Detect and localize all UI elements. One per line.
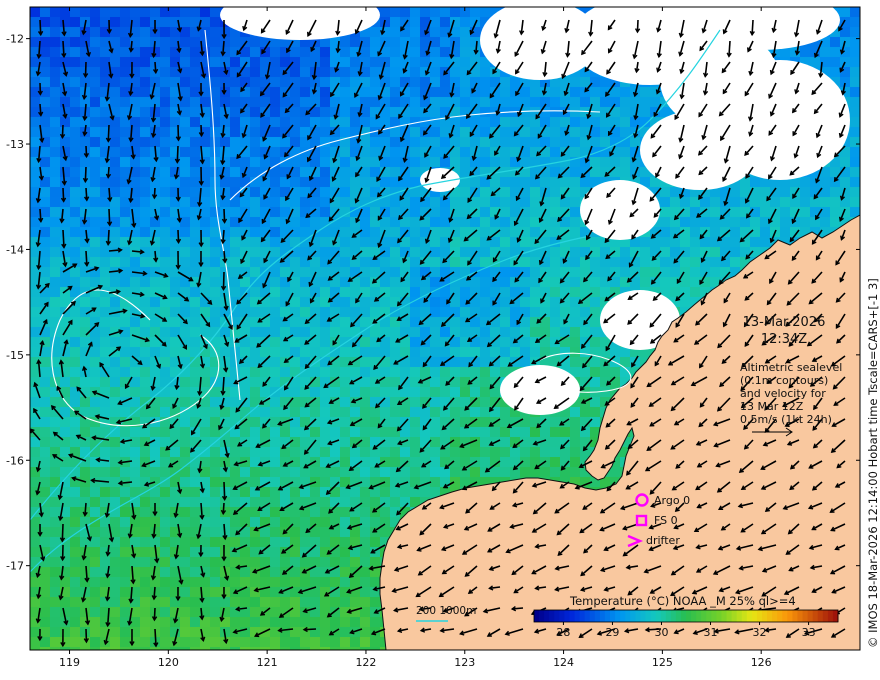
altimetry-note: Altimetric sealevel (0.1m contours) and … [740,361,850,426]
colorbar-tick-label: 32 [753,626,767,639]
lon-tick-label: 126 [751,656,772,669]
lon-tick-label: 122 [355,656,376,669]
alt-line-4: 13 Mar 12Z [740,400,804,413]
lon-tick-label: 123 [454,656,475,669]
lat-tick-label: -17 [6,560,24,573]
colorbar-tick-label: 33 [802,626,816,639]
lat-tick-label: -16 [6,454,24,467]
alt-line-5: 0.5m/s (1kt 24h) [740,413,832,426]
colorbar-title: Temperature (°C) NOAA _M 25% ql>=4 [570,594,796,608]
lat-tick-label: -12 [6,33,24,46]
colorbar-tick-label: 31 [704,626,718,639]
lon-tick-label: 124 [553,656,574,669]
lon-tick-label: 121 [257,656,278,669]
lon-tick-label: 125 [652,656,673,669]
lat-tick-label: -14 [6,243,24,256]
isobath-legend-label: 200 1000m [416,605,477,617]
colorbar-tick-label: 30 [654,626,668,639]
map-date: 13-Mar-2026 [742,315,826,330]
alt-line-1: Altimetric sealevel [740,361,843,374]
alt-line-3: and velocity for [740,387,826,400]
lat-tick-label: -13 [6,138,24,151]
map-datetime: 13-Mar-2026 12:34Z [738,314,830,348]
lon-tick-label: 120 [158,656,179,669]
lon-tick-label: 119 [59,656,80,669]
alt-line-2: (0.1m contours) [740,374,829,387]
credit-line: © IMOS 18-Mar-2026 12:14:00 Hobart time … [866,278,880,648]
argo-label: Argo 0 [654,494,691,507]
drifter-label: drifter [646,534,680,547]
colorbar-tick-label: 28 [556,626,570,639]
lat-tick-label: -15 [6,349,24,362]
map-time: 12:34Z [760,332,808,347]
colorbar-tick-label: 29 [605,626,619,639]
fs-label: FS 0 [654,514,678,527]
